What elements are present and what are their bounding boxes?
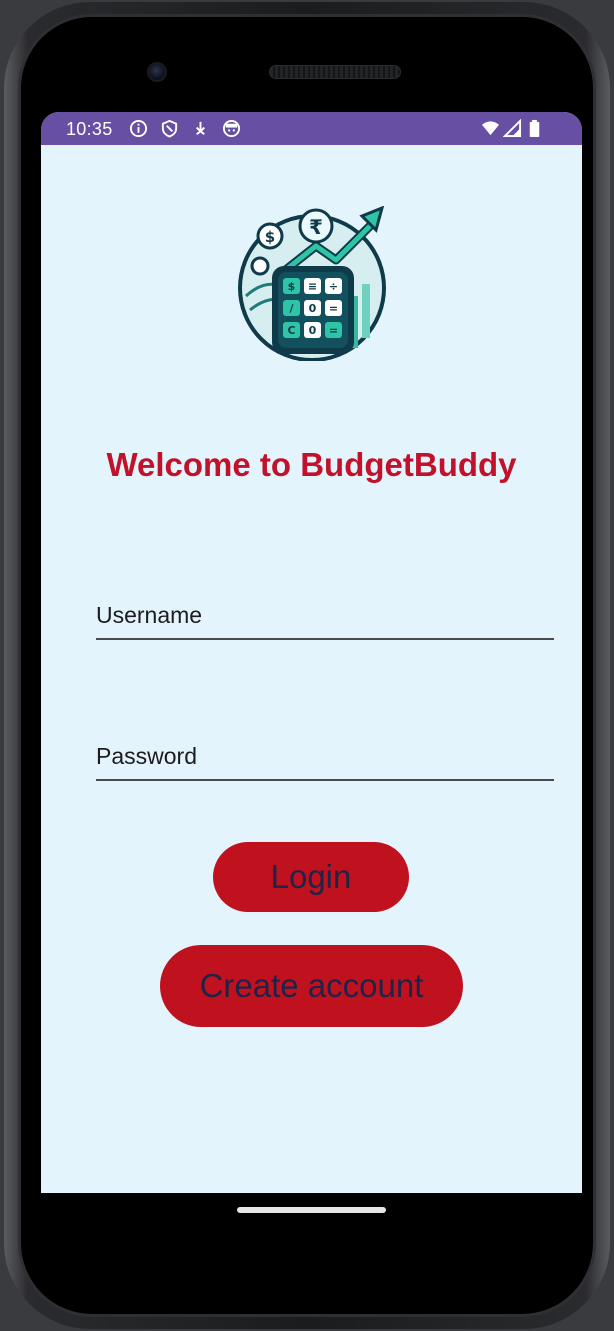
svg-text:0: 0 [309, 302, 317, 315]
svg-text:0: 0 [309, 324, 317, 337]
create-account-button[interactable]: Create account [160, 945, 463, 1027]
svg-text:÷: ÷ [329, 280, 338, 293]
face-icon [222, 119, 241, 138]
svg-text:C: C [287, 324, 295, 337]
status-system-icons [481, 119, 544, 138]
battery-icon [529, 119, 540, 138]
app-screen: 10:35 $ ₹ $ ≡ ÷ / 0 = C 0 = Welcome to B… [41, 112, 582, 1193]
shield-icon [161, 119, 178, 138]
password-input[interactable] [96, 733, 554, 779]
svg-text:=: = [329, 302, 338, 315]
welcome-heading: Welcome to BudgetBuddy [106, 446, 517, 483]
info-icon [129, 119, 148, 138]
wifi-icon [481, 121, 500, 136]
budgetbuddy-logo: $ ₹ $ ≡ ÷ / 0 = C 0 = [238, 206, 386, 361]
status-bar: 10:35 [41, 112, 582, 145]
download-icon [196, 121, 205, 135]
status-time: 10:35 [66, 119, 113, 139]
password-field[interactable] [96, 733, 554, 781]
gesture-navigation-handle[interactable] [237, 1207, 386, 1213]
svg-text:≡: ≡ [308, 280, 317, 293]
login-button[interactable]: Login [213, 842, 409, 912]
signal-icon [503, 119, 522, 138]
svg-text:=: = [329, 324, 338, 337]
svg-text:₹: ₹ [309, 215, 323, 239]
username-input[interactable] [96, 592, 554, 638]
status-notification-icons [129, 119, 241, 138]
svg-text:$: $ [265, 228, 275, 246]
front-camera [147, 62, 167, 82]
earpiece-speaker [269, 65, 401, 79]
username-field[interactable] [96, 592, 554, 640]
svg-text:$: $ [288, 280, 296, 293]
